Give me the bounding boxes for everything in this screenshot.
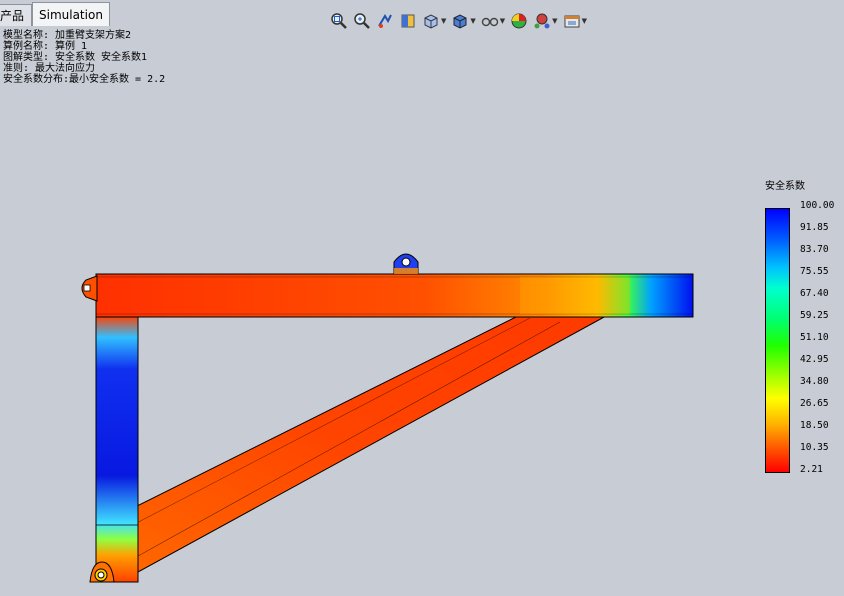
legend-label: 67.40: [800, 288, 829, 299]
legend-label: 2.21: [800, 464, 823, 475]
legend-title: 安全系数: [765, 181, 805, 192]
fos-plot-model[interactable]: [0, 0, 844, 596]
legend-label: 10.35: [800, 442, 829, 453]
top-lug-hole: [401, 257, 411, 267]
legend-label: 18.50: [800, 420, 829, 431]
bottom-pin-hole: [97, 571, 105, 579]
legend-color-bar: [765, 208, 790, 473]
legend-label: 42.95: [800, 354, 829, 365]
legend-label: 75.55: [800, 266, 829, 277]
legend-label: 91.85: [800, 222, 829, 233]
left-pin-hole: [83, 284, 91, 292]
legend-label: 100.00: [800, 200, 835, 211]
legend-label: 26.65: [800, 398, 829, 409]
legend-label: 59.25: [800, 310, 829, 321]
legend-label: 51.10: [800, 332, 829, 343]
legend-label: 34.80: [800, 376, 829, 387]
legend-label: 83.70: [800, 244, 829, 255]
vertical-column: [95, 315, 139, 583]
